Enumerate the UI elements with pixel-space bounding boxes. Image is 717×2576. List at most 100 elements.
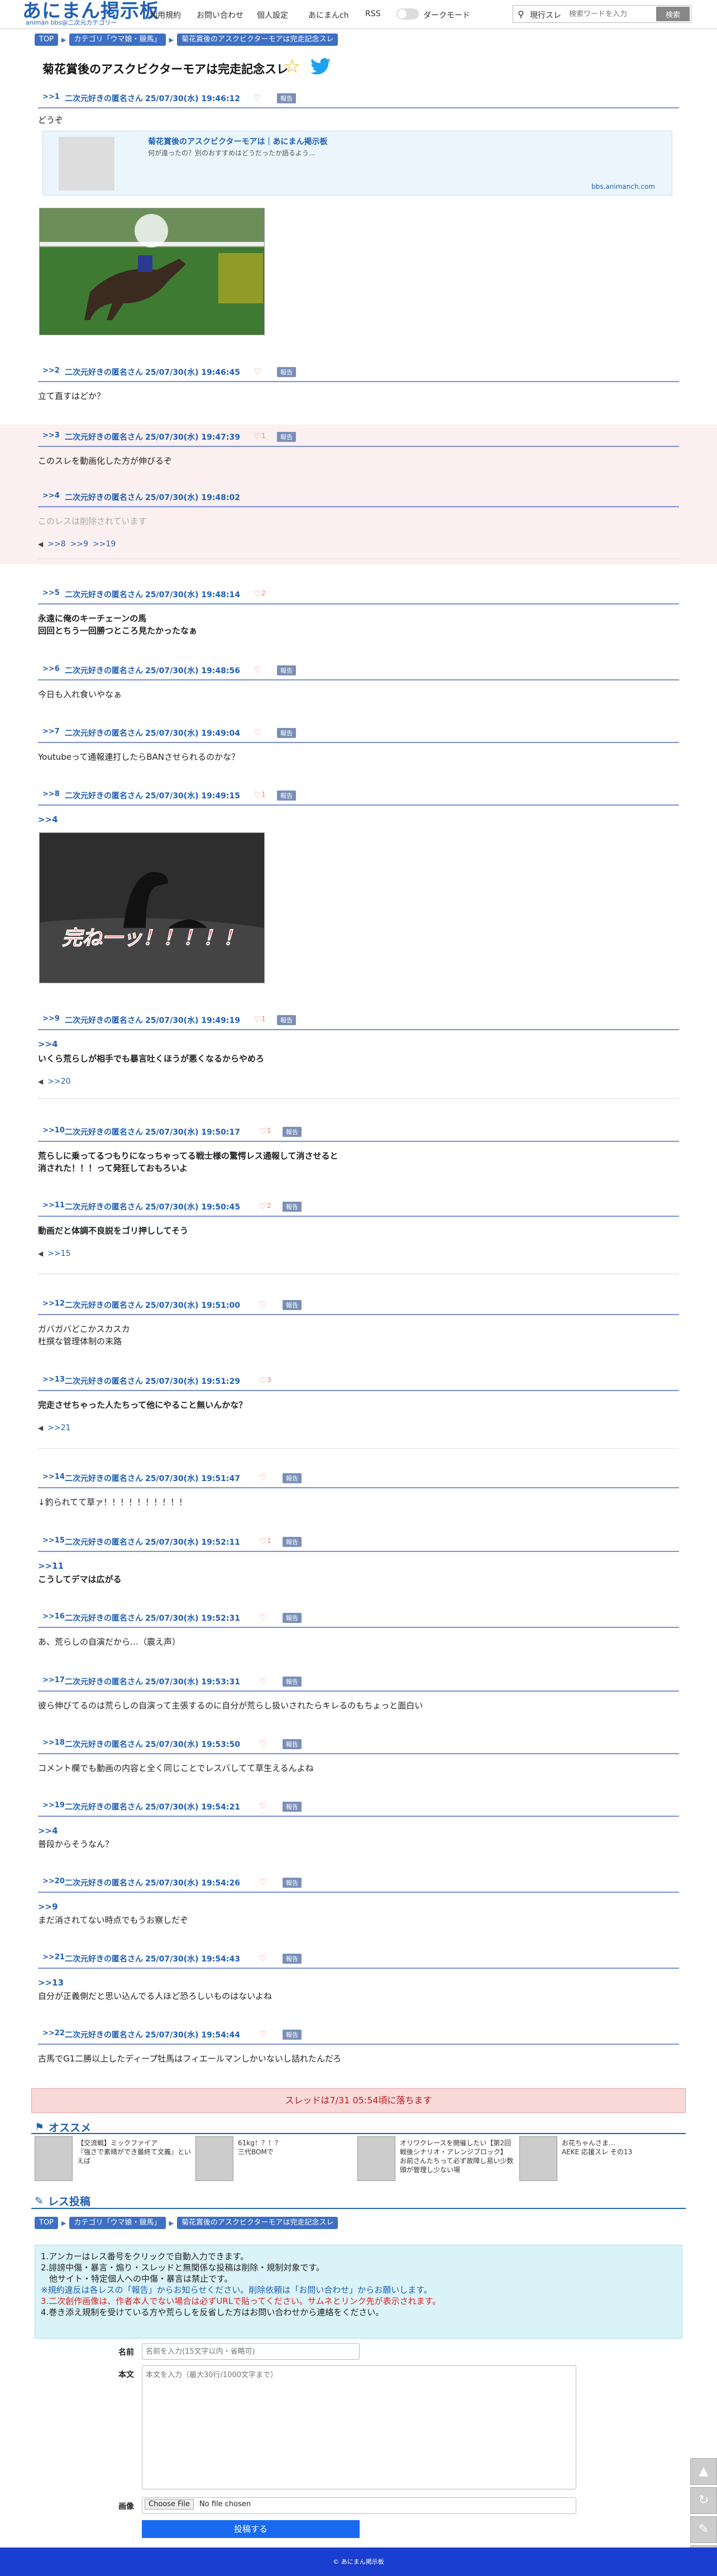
report-button[interactable]: 報告	[277, 1015, 296, 1025]
breadcrumb-category[interactable]: カテゴリ「ウマ娘・競馬」	[69, 34, 166, 46]
post-number[interactable]: >>12	[42, 1299, 65, 1308]
report-button[interactable]: 報告	[283, 1127, 302, 1137]
report-button[interactable]: 報告	[283, 1802, 302, 1812]
heart-icon[interactable]: ♡	[259, 1473, 266, 1483]
report-button[interactable]: 報告	[277, 432, 296, 442]
post-number[interactable]: >>18	[42, 1739, 65, 1747]
file-picker[interactable]: Choose File No file chosen	[142, 2497, 576, 2514]
report-button[interactable]: 報告	[283, 1473, 302, 1483]
nav-terms[interactable]: 利用規約	[150, 9, 181, 21]
anchor-link[interactable]: >>4	[38, 1825, 679, 1837]
heart-icon[interactable]: ♡	[254, 1015, 261, 1025]
nav-animanch[interactable]: あにまんch	[308, 9, 349, 21]
recommend-title[interactable]: お花ちゃんさま…	[562, 2139, 679, 2148]
recommend-title[interactable]: 【交流戦】ミックファイア	[77, 2139, 194, 2148]
post-image-horse-race[interactable]	[39, 208, 265, 335]
heart-icon[interactable]: ♡	[259, 1126, 266, 1136]
post-number[interactable]: >>4	[42, 492, 60, 500]
post-number[interactable]: >>6	[42, 665, 60, 673]
recommend-item[interactable]: オリワクレースを開催したい【第2回戦後シナリオ・アレンジブロック】 お前さんたちっ…	[357, 2136, 519, 2181]
link-preview-card[interactable]: 菊花賞後のアスクビクターモアは｜あにまん掲示板 何が違ったの？別のおすすめはどう…	[42, 131, 672, 196]
heart-icon[interactable]: ♡	[259, 2029, 266, 2039]
dark-mode-toggle[interactable]	[396, 8, 419, 20]
heart-icon[interactable]: ♡	[254, 790, 261, 800]
twitter-icon[interactable]	[310, 58, 331, 75]
reply-link[interactable]: >>9	[70, 540, 88, 549]
anchor-link[interactable]: >>4	[38, 1038, 679, 1050]
heart-icon[interactable]: ♡	[259, 1953, 266, 1963]
nav-contact[interactable]: お問い合わせ	[197, 9, 243, 21]
report-button[interactable]: 報告	[283, 1202, 302, 1212]
report-button[interactable]: 報告	[283, 1954, 302, 1964]
heart-icon[interactable]: ♡	[254, 431, 261, 441]
post-number[interactable]: >>13	[42, 1375, 65, 1384]
choose-file-button[interactable]: Choose File	[145, 2499, 194, 2510]
search-button[interactable]: 検索	[656, 7, 690, 21]
heart-icon[interactable]: ♡	[254, 665, 261, 675]
submit-button[interactable]: 投稿する	[142, 2520, 360, 2538]
post-number[interactable]: >>8	[42, 790, 60, 798]
post-number[interactable]: >>9	[42, 1015, 60, 1023]
nav-settings[interactable]: 個人設定	[257, 9, 288, 21]
report-button[interactable]: 報告	[283, 2030, 302, 2040]
nav-rss[interactable]: RSS	[365, 9, 381, 18]
recommend-item[interactable]: 【交流戦】ミックファイア 『強さで素晴ができ最終て文義』といえば	[35, 2136, 197, 2181]
recommend-item[interactable]: お花ちゃんさま… AEKE 応援スレ その13	[519, 2136, 681, 2181]
heart-icon[interactable]: ♡	[259, 1201, 266, 1211]
post-number[interactable]: >>17	[42, 1676, 65, 1684]
reply-link[interactable]: >>15	[47, 1249, 70, 1258]
post-number[interactable]: >>3	[42, 431, 60, 440]
post-number[interactable]: >>2	[42, 366, 60, 375]
anchor-link[interactable]: >>13	[38, 1977, 679, 1989]
breadcrumb-top[interactable]: TOP	[35, 2217, 59, 2229]
heart-icon[interactable]: ♡	[259, 1299, 266, 1310]
heart-icon[interactable]: ♡	[259, 1536, 266, 1546]
report-button[interactable]: 報告	[277, 93, 296, 103]
post-number[interactable]: >>1	[42, 93, 60, 101]
reply-link[interactable]: >>19	[93, 540, 116, 549]
heart-icon[interactable]: ♡	[259, 1739, 266, 1749]
report-button[interactable]: 報告	[277, 791, 296, 801]
reload-icon[interactable]: ↻	[690, 2487, 717, 2514]
heart-icon[interactable]: ♡	[259, 1801, 266, 1811]
scroll-top-icon[interactable]: ▲	[690, 2458, 717, 2485]
name-field[interactable]	[142, 2343, 360, 2360]
report-button[interactable]: 報告	[277, 367, 296, 377]
reply-link[interactable]: >>8	[47, 540, 65, 549]
reply-link[interactable]: >>21	[47, 1423, 70, 1432]
heart-icon[interactable]: ♡	[254, 366, 261, 377]
report-button[interactable]: 報告	[277, 728, 296, 738]
anchor-link[interactable]: >>11	[38, 1560, 679, 1572]
post-number[interactable]: >>7	[42, 727, 60, 736]
write-icon[interactable]: ✎	[690, 2516, 717, 2543]
report-button[interactable]: 報告	[283, 1677, 302, 1687]
search-input[interactable]	[569, 7, 653, 21]
anchor-link[interactable]: >>9	[38, 1901, 679, 1913]
post-number[interactable]: >>22	[42, 2029, 65, 2037]
post-number[interactable]: >>14	[42, 1473, 65, 1481]
report-button[interactable]: 報告	[283, 1300, 302, 1310]
body-field[interactable]	[142, 2365, 576, 2489]
breadcrumb-thread[interactable]: 菊花賞後のアスクビクターモアは完走記念スレ	[176, 2217, 338, 2229]
report-button[interactable]: 報告	[283, 1739, 302, 1749]
breadcrumb-thread[interactable]: 菊花賞後のアスクビクターモアは完走記念スレ	[176, 34, 338, 46]
heart-icon[interactable]: ♡	[259, 1375, 266, 1385]
favorite-star-icon[interactable]: ☆	[284, 57, 300, 76]
post-number[interactable]: >>16	[42, 1612, 65, 1621]
heart-icon[interactable]: ♡	[254, 589, 261, 599]
search-scope-label[interactable]: 現行スレ	[530, 9, 561, 21]
post-number[interactable]: >>19	[42, 1801, 65, 1810]
report-button[interactable]: 報告	[283, 1537, 302, 1547]
report-button[interactable]: 報告	[277, 665, 296, 675]
reply-link[interactable]: >>20	[47, 1077, 70, 1086]
breadcrumb-category[interactable]: カテゴリ「ウマ娘・競馬」	[69, 2217, 166, 2229]
heart-icon[interactable]: ♡	[259, 1612, 266, 1622]
link-title[interactable]: 菊花賞後のアスクビクターモアは｜あにまん掲示板	[148, 136, 327, 147]
recommend-title[interactable]: 61kg！？！？	[238, 2139, 355, 2148]
heart-icon[interactable]: ♡	[259, 1676, 266, 1686]
post-image-nessie[interactable]: 完ね一ッ！！！！！	[39, 832, 265, 983]
heart-icon[interactable]: ♡	[259, 1877, 266, 1887]
anchor-link[interactable]: >>4	[38, 813, 679, 826]
recommend-title[interactable]: オリワクレースを開催したい【第2回戦後シナリオ・アレンジブロック】	[400, 2139, 517, 2156]
recommend-item[interactable]: 61kg！？！？ 三代BOMで	[195, 2136, 357, 2181]
